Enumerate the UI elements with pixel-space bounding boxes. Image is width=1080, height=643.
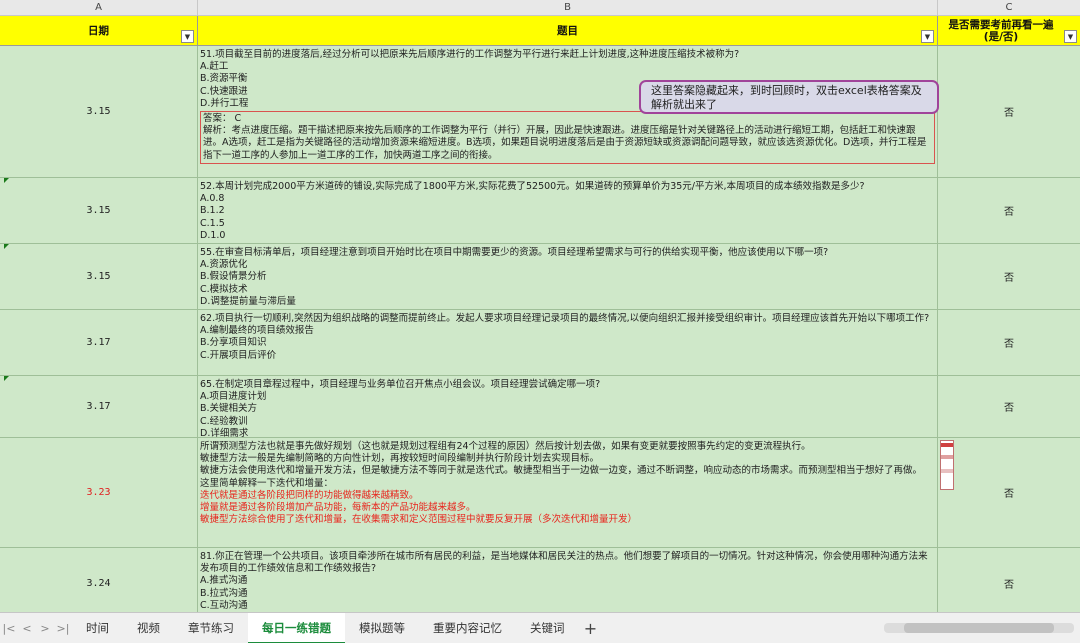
question-line: 55.在审查目标清单后，项目经理注意到项目开始时比在项目中期需要更少的资源。项目… [200,247,829,258]
header-question-cell[interactable]: 题目 ▼ [198,16,938,46]
question-line: 81.你正在管理一个公共项目。该项目牵涉所在城市所有居民的利益，是当地媒体和居民… [200,551,928,575]
header-review-label: 是否需要考前再看一遍 (是/否) [948,19,1054,43]
option-line: A.推式沟通 [200,575,248,587]
option-line: C.开展项目后评价 [200,349,277,361]
table-row[interactable]: 3.24 81.你正在管理一个公共项目。该项目牵涉所在城市所有居民的利益，是当地… [0,548,1080,612]
tab-keywords[interactable]: 关键词 [516,613,579,643]
horizontal-scrollbar[interactable] [884,623,1074,633]
option-line: A.0.8 [200,193,225,205]
tab-video[interactable]: 视频 [123,613,174,643]
review-cell[interactable]: 否 [938,310,1080,375]
thumbnail-stripe [941,455,953,459]
sheet-tab-bar: |< < > >| 时间 视频 章节练习 每日一练错题 模拟题等 重要内容记忆 … [0,612,1080,643]
table-row[interactable]: 3.15 55.在审查目标清单后，项目经理注意到项目开始时比在项目中期需要更少的… [0,244,1080,310]
filter-dropdown-icon[interactable]: ▼ [181,30,194,43]
last-sheet-icon[interactable]: >| [54,622,72,635]
review-cell[interactable]: 否 [938,548,1080,612]
option-line: D.1.0 [200,229,226,241]
date-cell[interactable]: 3.24 [0,548,198,612]
question-cell[interactable]: 81.你正在管理一个公共项目。该项目牵涉所在城市所有居民的利益，是当地媒体和居民… [198,548,938,612]
answer-explanation-box: 答案： C 解析：考点进度压缩。题干描述把原来按先后顺序的工作调整为平行（并行）… [200,111,935,164]
table-row[interactable]: 3.23 所谓预测型方法也就是事先做好规划（这也就是规划过程组有24个过程的原因… [0,438,1080,548]
date-cell[interactable]: 3.17 [0,376,198,437]
option-line: A.赶工 [200,61,229,73]
option-line: D.调整提前量与滞后量 [200,295,296,307]
note-line: 这里简单解释一下迭代和增量： [200,477,334,489]
option-line: D.详细需求 [200,427,249,437]
tab-chapter-practice[interactable]: 章节练习 [174,613,248,643]
annotation-callout: 这里答案隐藏起来，到时回顾时，双击excel表格答案及解析就出来了 [639,80,939,114]
review-cell[interactable]: 否 [938,46,1080,177]
option-line: C.模拟技术 [200,283,248,295]
option-line: B.分享项目知识 [200,337,267,349]
explanation-text: 解析：考点进度压缩。题干描述把原来按先后顺序的工作调整为平行（并行）开展，因此是… [203,125,927,161]
question-cell[interactable]: 62.项目执行一切顺利,突然因为组织战略的调整而提前终止。发起人要求项目经理记录… [198,310,938,375]
option-line: B.假设情景分析 [200,271,267,283]
question-line: 51.项目截至目前的进度落后,经过分析可以把原来先后顺序进行的工作调整为平行进行… [200,49,740,60]
table-row[interactable]: 3.17 65.在制定项目章程过程中，项目经理与业务单位召开焦点小组会议。项目经… [0,376,1080,438]
note-line: 所谓预测型方法也就是事先做好规划（这也就是规划过程组有24个过程的原因）然后按计… [200,441,811,452]
option-line: A.项目进度计划 [200,391,267,403]
note-line: 敏捷型方法一般是先编制简略的方向性计划，再按较短时间段编制并执行阶段计划去实现目… [200,453,600,465]
note-line: 敏捷方法会使用迭代和增量开发方法，但是敏捷方法不等同于就是迭代式。敏捷型相当于一… [200,465,923,477]
filter-dropdown-icon[interactable]: ▼ [921,30,934,43]
header-date-cell[interactable]: 日期 ▼ [0,16,198,46]
option-line: B.关键相关方 [200,403,258,415]
embedded-image-thumbnail[interactable] [940,440,954,490]
question-line: 65.在制定项目章程过程中，项目经理与业务单位召开焦点小组会议。项目经理尝试确定… [200,379,601,390]
question-line: 62.项目执行一切顺利,突然因为组织战略的调整而提前终止。发起人要求项目经理记录… [200,313,930,324]
thumbnail-stripe [941,443,953,447]
question-cell[interactable]: 65.在制定项目章程过程中，项目经理与业务单位召开焦点小组会议。项目经理尝试确定… [198,376,938,437]
scrollbar-thumb[interactable] [904,623,1054,633]
option-line: B.1.2 [200,205,225,217]
plus-icon[interactable]: + [579,619,603,638]
note-line-highlight: 敏捷型方法综合使用了迭代和增量，在收集需求和定义范围过程中就要反复开展（多次迭代… [200,514,638,526]
date-cell[interactable]: 3.15 [0,178,198,243]
tab-time[interactable]: 时间 [72,613,123,643]
header-question-label: 题目 [557,25,578,37]
review-cell[interactable]: 否 [938,178,1080,243]
question-cell[interactable]: 55.在审查目标清单后，项目经理注意到项目开始时比在项目中期需要更少的资源。项目… [198,244,938,309]
option-line: A.编制最终的项目绩效报告 [200,325,314,337]
column-c-header[interactable]: C [938,0,1080,16]
prev-sheet-icon[interactable]: < [18,622,36,635]
table-row[interactable]: 3.15 52.本周计划完成2000平方米道砖的铺设,实际完成了1800平方米,… [0,178,1080,244]
option-line: C.经验教训 [200,415,248,427]
column-letter-header: A B C [0,0,1080,16]
date-cell[interactable]: 3.23 [0,438,198,547]
date-cell[interactable]: 3.17 [0,310,198,375]
question-cell[interactable]: 所谓预测型方法也就是事先做好规划（这也就是规划过程组有24个过程的原因）然后按计… [198,438,938,547]
option-line: A.资源优化 [200,259,248,271]
question-line: 52.本周计划完成2000平方米道砖的铺设,实际完成了1800平方米,实际花费了… [200,181,865,192]
review-cell[interactable]: 否 [938,438,1080,547]
filter-dropdown-icon[interactable]: ▼ [1064,30,1077,43]
note-line-highlight: 增量就是通过各阶段增加产品功能，每新本的产品功能越来越多。 [200,502,476,514]
data-grid: 3.15 51.项目截至目前的进度落后,经过分析可以把原来先后顺序进行的工作调整… [0,46,1080,612]
thumbnail-stripe [941,469,953,473]
option-line: B.拉式沟通 [200,587,248,599]
tab-key-content[interactable]: 重要内容记忆 [419,613,516,643]
option-line: C.互动沟通 [200,599,248,611]
column-a-header[interactable]: A [0,0,198,16]
table-header-row: 日期 ▼ 题目 ▼ 是否需要考前再看一遍 (是/否) ▼ [0,16,1080,46]
tab-daily-mistakes[interactable]: 每日一练错题 [248,612,345,643]
header-date-label: 日期 [88,25,109,37]
note-line-highlight: 迭代就是通过各阶段把同样的功能做得越来越精致。 [200,489,419,501]
header-review-cell[interactable]: 是否需要考前再看一遍 (是/否) ▼ [938,16,1080,46]
option-line: C.1.5 [200,217,225,229]
table-row[interactable]: 3.17 62.项目执行一切顺利,突然因为组织战略的调整而提前终止。发起人要求项… [0,310,1080,376]
review-cell[interactable]: 否 [938,376,1080,437]
date-cell[interactable]: 3.15 [0,244,198,309]
review-cell[interactable]: 否 [938,244,1080,309]
date-cell[interactable]: 3.15 [0,46,198,177]
tab-mock-exams[interactable]: 模拟题等 [345,613,419,643]
column-b-header[interactable]: B [198,0,938,16]
question-cell[interactable]: 52.本周计划完成2000平方米道砖的铺设,实际完成了1800平方米,实际花费了… [198,178,938,243]
first-sheet-icon[interactable]: |< [0,622,18,635]
next-sheet-icon[interactable]: > [36,622,54,635]
answer-line: 答案： C [203,113,242,125]
